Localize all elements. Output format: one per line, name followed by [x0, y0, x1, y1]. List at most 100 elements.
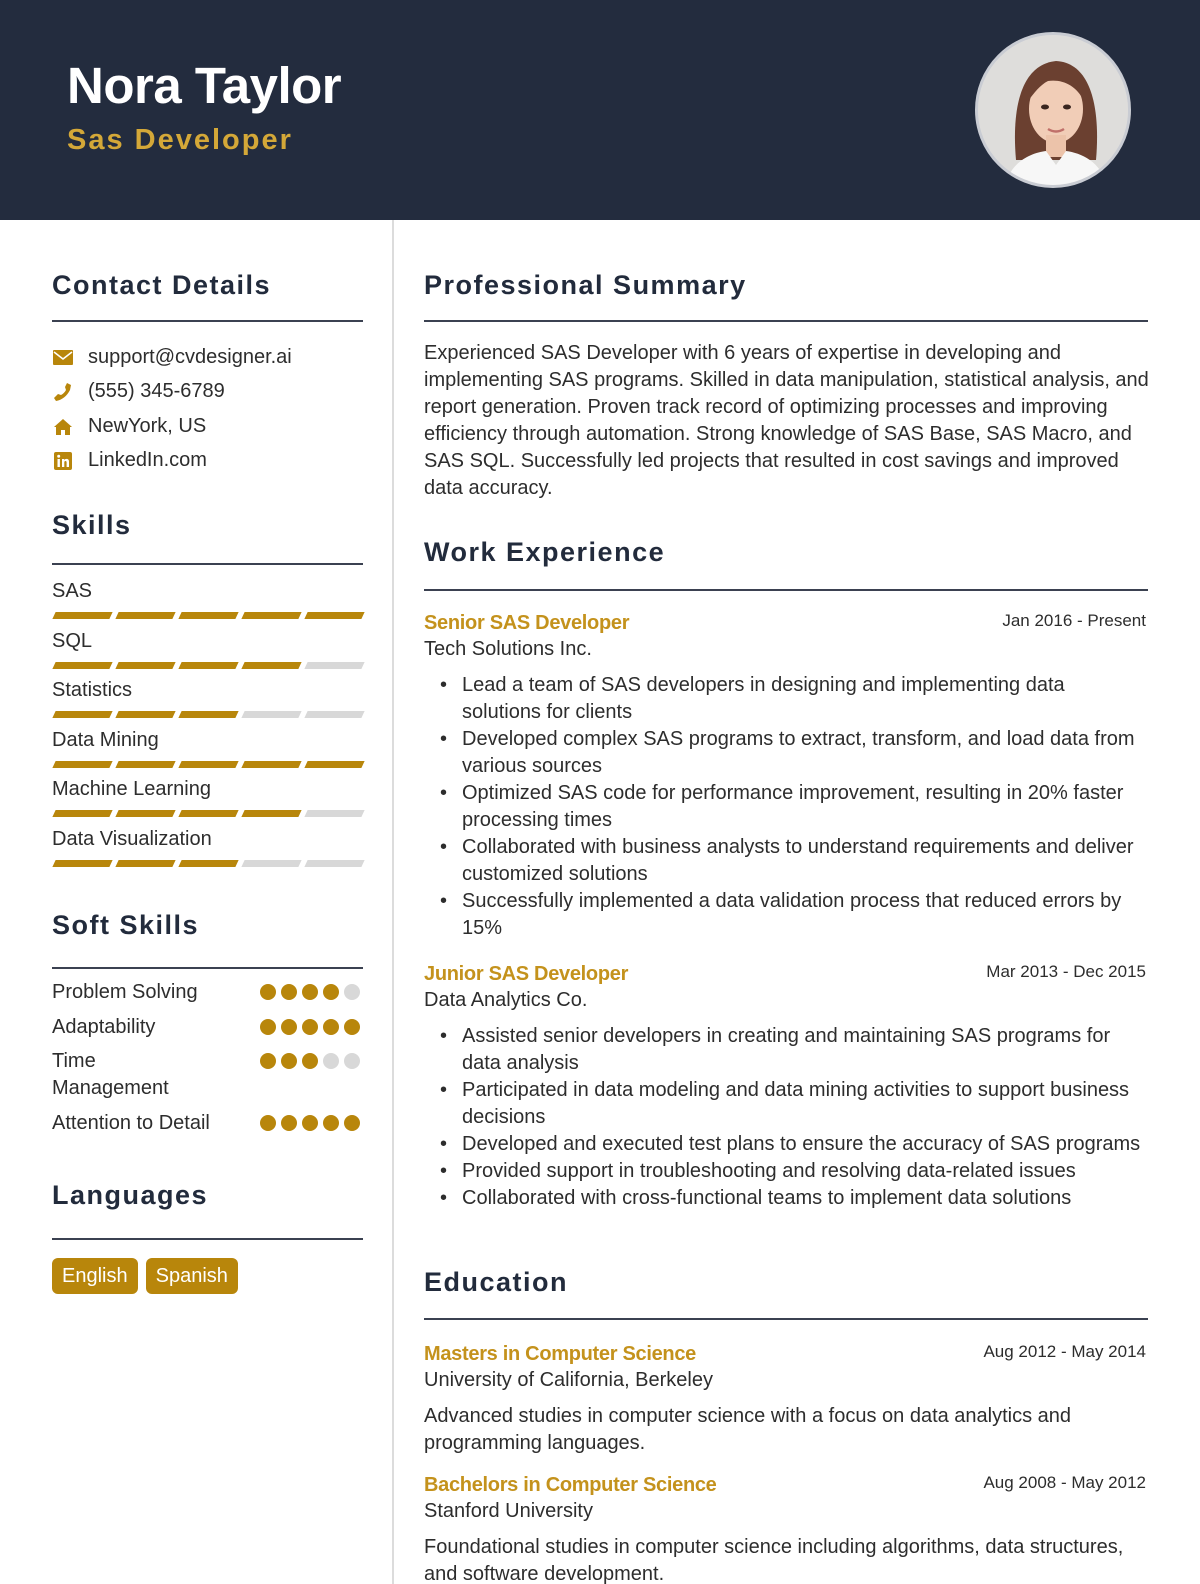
- skill-segment-filled: [178, 612, 239, 619]
- linkedin-icon: [52, 450, 74, 472]
- skill-level-bar: [52, 612, 365, 619]
- rating-dot-filled: [344, 1115, 360, 1131]
- skill-level-bar: [52, 711, 365, 718]
- soft-skills-rule: [52, 967, 363, 969]
- languages-heading: Languages: [52, 1180, 209, 1210]
- rating-dot-filled: [260, 1053, 276, 1069]
- job-1-bullets: Lead a team of SAS developers in designi…: [440, 672, 1145, 942]
- edu-2-school: Stanford University: [424, 1500, 593, 1522]
- rating-dot-filled: [281, 1115, 297, 1131]
- job-bullet: Participated in data modeling and data m…: [440, 1077, 1145, 1131]
- edu-1-description: Advanced studies in computer science wit…: [424, 1405, 1072, 1454]
- job-bullet: Developed and executed test plans to ens…: [440, 1131, 1145, 1158]
- envelope-icon: [52, 347, 74, 369]
- skill-name: SAS: [52, 580, 93, 602]
- skill-level-bar: [52, 810, 365, 817]
- skill-segment-filled: [241, 661, 302, 669]
- home-icon: [52, 416, 74, 438]
- portrait-illustration: [978, 35, 1128, 185]
- skills-heading: Skills: [52, 510, 132, 540]
- skill-segment-filled: [178, 711, 239, 718]
- rating-dot-filled: [302, 1053, 318, 1069]
- soft-skill-rating: [260, 1115, 360, 1131]
- skill-segment-empty: [304, 661, 365, 669]
- soft-skill-rating: [260, 984, 360, 1000]
- job-bullet: Assisted senior developers in creating a…: [440, 1023, 1145, 1077]
- skill-segment-filled: [178, 810, 239, 817]
- summary-heading: Professional Summary: [424, 270, 747, 300]
- skill-name: Data Visualization: [52, 827, 212, 850]
- language-badge: Spanish: [145, 1258, 238, 1294]
- job-2-title: Junior SAS Developer: [424, 963, 629, 985]
- rating-dot-empty: [323, 1053, 339, 1069]
- skill-name: Data Mining: [52, 728, 159, 751]
- rating-dot-filled: [260, 984, 276, 1000]
- skill-segment-empty: [241, 859, 302, 867]
- language-badge: English: [52, 1258, 138, 1294]
- job-bullet: Developed complex SAS programs to extrac…: [440, 726, 1145, 780]
- profile-photo: [975, 32, 1131, 188]
- column-divider: [392, 220, 394, 1584]
- summary-rule: [424, 320, 1148, 322]
- rating-dot-filled: [281, 1019, 297, 1035]
- soft-skill-rating: [260, 1053, 360, 1069]
- languages-rule: [52, 1238, 363, 1240]
- contact-email[interactable]: support@cvdesigner.ai: [52, 346, 292, 369]
- summary-text: Experienced SAS Developer with 6 years o…: [424, 342, 1149, 499]
- skill-segment-filled: [304, 760, 365, 768]
- skill-segment-filled: [52, 612, 113, 619]
- rating-dot-filled: [302, 1019, 318, 1035]
- job-bullet: Collaborated with cross-functional teams…: [440, 1185, 1145, 1212]
- skill-name: SQL: [52, 629, 93, 652]
- skill-segment-empty: [304, 859, 365, 867]
- contact-email-text: support@cvdesigner.ai: [88, 346, 292, 368]
- edu-1-school: University of California, Berkeley: [424, 1369, 713, 1391]
- skill-segment-filled: [115, 612, 176, 619]
- contact-linkedin[interactable]: LinkedIn.com: [52, 449, 207, 472]
- resume-header: Nora Taylor Sas Developer: [0, 0, 1200, 220]
- skill-segment-filled: [178, 859, 239, 867]
- job-bullet: Collaborated with business analysts to u…: [440, 834, 1145, 888]
- skill-name: Machine Learning: [52, 778, 211, 800]
- skill-segment-filled: [178, 661, 239, 669]
- rating-dot-filled: [281, 984, 297, 1000]
- job-2-company: Data Analytics Co.: [424, 989, 588, 1011]
- skill-level-bar: [52, 661, 365, 669]
- languages-list: English Spanish: [52, 1258, 238, 1294]
- skill-segment-filled: [115, 859, 176, 867]
- soft-skill-name: Problem Solving: [52, 981, 198, 1003]
- skill-segment-filled: [52, 810, 113, 817]
- skill-segment-filled: [241, 612, 302, 619]
- skill-segment-filled: [115, 810, 176, 817]
- skill-segment-filled: [115, 661, 176, 669]
- skill-segment-empty: [241, 711, 302, 718]
- phone-icon: [52, 381, 74, 403]
- job-bullet: Successfully implemented a data validati…: [440, 888, 1145, 942]
- skill-segment-filled: [52, 711, 113, 718]
- rating-dot-filled: [260, 1019, 276, 1035]
- rating-dot-empty: [344, 984, 360, 1000]
- skill-segment-empty: [304, 711, 365, 718]
- rating-dot-empty: [344, 1053, 360, 1069]
- rating-dot-filled: [302, 1115, 318, 1131]
- soft-skill-name: Time Management: [52, 1050, 169, 1099]
- skill-level-bar: [52, 859, 365, 867]
- edu-2-degree: Bachelors in Computer Science: [424, 1474, 717, 1496]
- job-1-title: Senior SAS Developer: [424, 612, 630, 634]
- soft-skill-name: Adaptability: [52, 1016, 156, 1038]
- edu-1-dates: Aug 2012 - May 2014: [983, 1342, 1146, 1361]
- contact-location-text: NewYork, US: [88, 415, 207, 437]
- education-rule: [424, 1318, 1148, 1320]
- soft-skill-name: Attention to Detail: [52, 1112, 210, 1134]
- contact-phone[interactable]: (555) 345-6789: [52, 380, 225, 403]
- skill-segment-filled: [115, 711, 176, 718]
- rating-dot-filled: [323, 1115, 339, 1131]
- skill-segment-filled: [52, 661, 113, 669]
- experience-rule: [424, 589, 1148, 591]
- job-bullet: Optimized SAS code for performance impro…: [440, 780, 1145, 834]
- edu-2-description: Foundational studies in computer science…: [424, 1536, 1124, 1584]
- edu-1-degree: Masters in Computer Science: [424, 1343, 696, 1365]
- skill-name: Statistics: [52, 679, 133, 701]
- rating-dot-filled: [323, 984, 339, 1000]
- skill-segment-filled: [115, 760, 176, 768]
